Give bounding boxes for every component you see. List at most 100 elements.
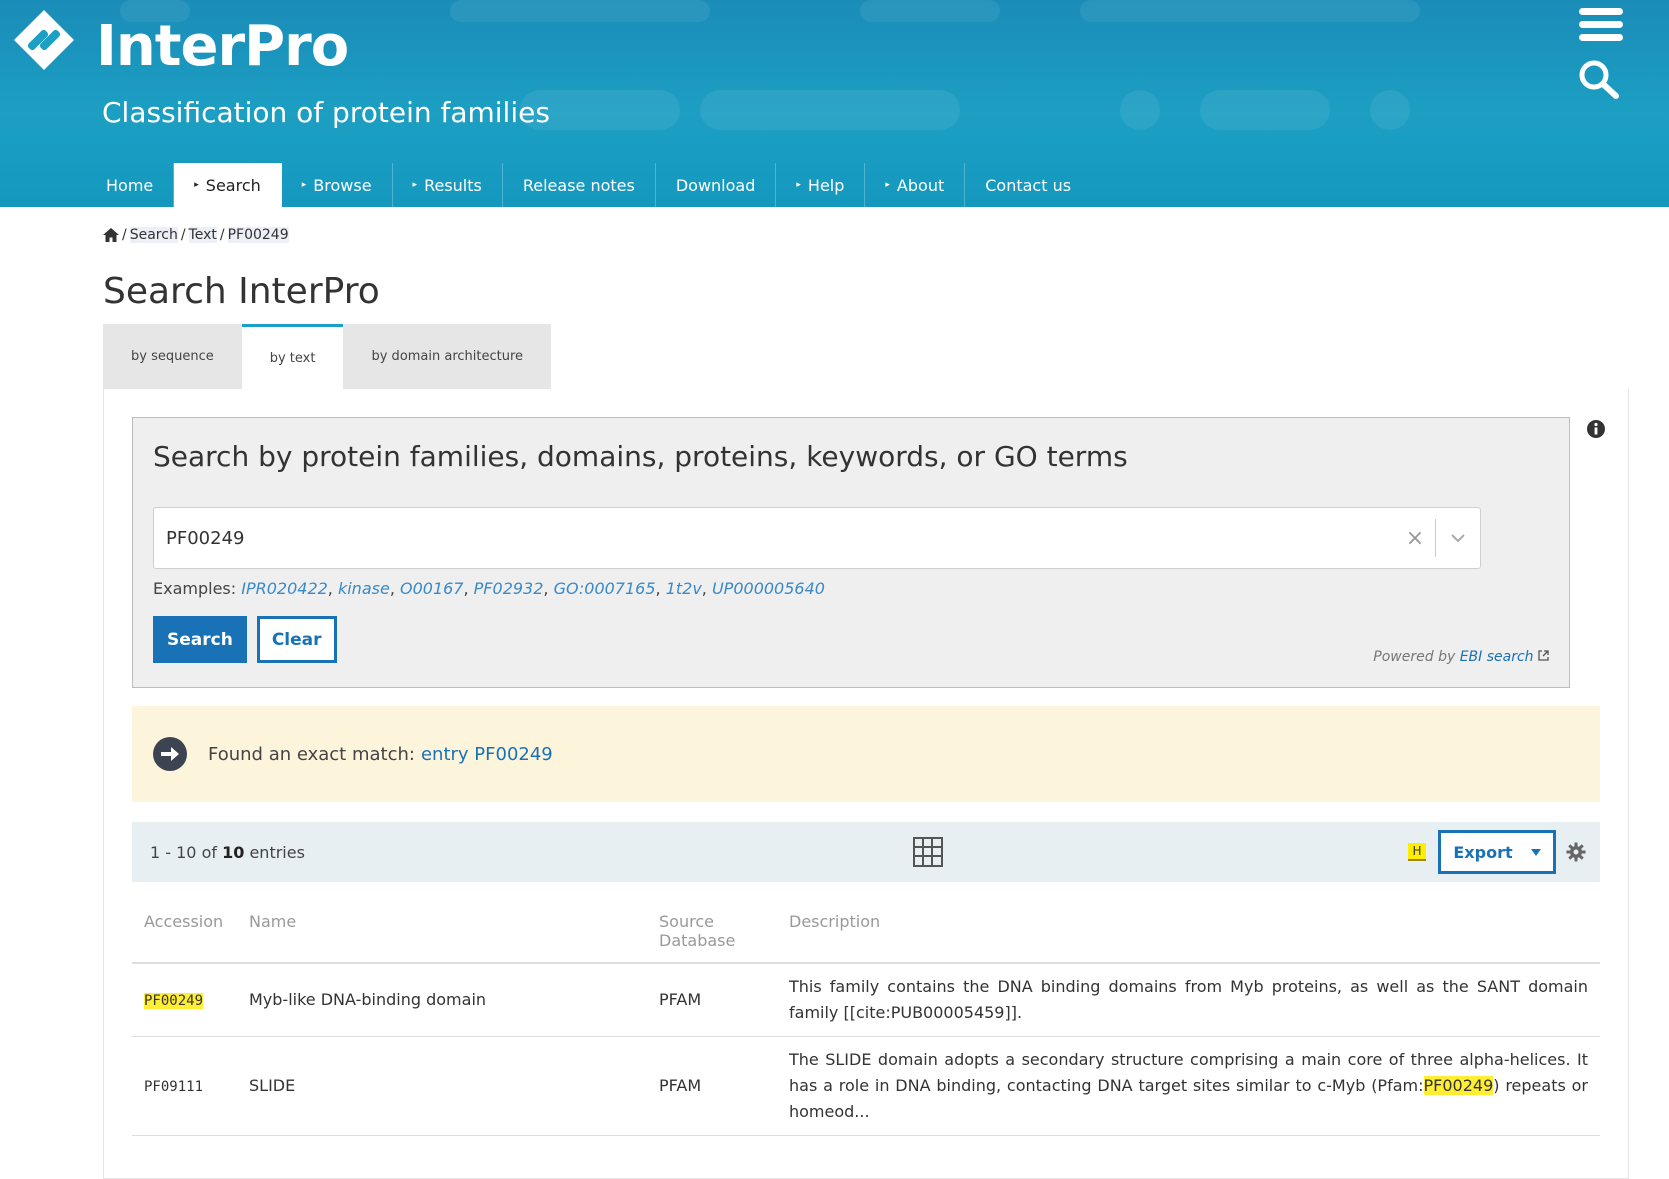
caret-down-icon (1530, 848, 1541, 856)
decor-blob (1200, 90, 1330, 130)
search-tabs: by sequence by text by domain architectu… (103, 324, 1669, 389)
accession-link[interactable]: PF09111 (144, 1079, 203, 1095)
example-link[interactable]: PF02932 (474, 579, 544, 598)
results-count: 1 - 10 of 10 entries (150, 843, 305, 862)
external-link-icon (1538, 650, 1549, 661)
interpro-logo-icon[interactable] (12, 8, 76, 72)
example-link[interactable]: 1t2v (666, 579, 702, 598)
breadcrumb: / Search / Text / PF00249 (103, 227, 1669, 243)
breadcrumb-search[interactable]: Search (129, 227, 178, 243)
clear-input-icon[interactable]: × (1395, 526, 1435, 551)
text-search-box: Search by protein families, domains, pro… (132, 417, 1570, 688)
powered-by: Powered by EBI search (1373, 649, 1549, 665)
nav-item-browse[interactable]: ▸ Browse (282, 163, 393, 207)
example-link[interactable]: O00167 (400, 579, 464, 598)
column-source-database[interactable]: Source Database (647, 896, 777, 964)
nav-item-results[interactable]: ▸ Results (393, 163, 503, 207)
export-button[interactable]: Export (1438, 830, 1556, 874)
masthead: InterPro Classification of protein famil… (0, 0, 1669, 207)
gear-icon[interactable] (1566, 842, 1586, 862)
caret-right-icon: ▸ (301, 180, 307, 190)
column-name[interactable]: Name (237, 896, 647, 964)
description-highlight: PF00249 (1423, 1076, 1494, 1095)
caret-right-icon: ▸ (194, 180, 199, 190)
site-subtitle: Classification of protein families (102, 96, 550, 129)
main-content: / Search / Text / PF00249 Search InterPr… (0, 227, 1669, 1179)
breadcrumb-text[interactable]: Text (188, 227, 217, 243)
menu-icon[interactable] (1579, 8, 1623, 46)
source-cell: PFAM (647, 963, 777, 1037)
nav-label: Release notes (522, 175, 635, 195)
example-link[interactable]: UP000005640 (712, 579, 825, 598)
ebi-search-link[interactable]: EBI search (1460, 649, 1534, 665)
tab-by-text[interactable]: by text (241, 324, 344, 389)
exact-match-link[interactable]: entry PF00249 (421, 744, 553, 765)
tab-by-domain-architecture[interactable]: by domain architecture (343, 324, 552, 389)
nav-label: Help (807, 175, 845, 195)
arrow-right-circle-icon (153, 737, 187, 771)
table-header-row: Accession Name Source Database Descripti… (132, 896, 1600, 964)
main-nav: Home ▸ Search ▸ Browse ▸ Results Release notes D… (86, 163, 1091, 207)
home-icon[interactable] (103, 228, 119, 242)
decor-blob (700, 90, 960, 130)
nav-item-about[interactable]: ▸ About (865, 163, 966, 207)
breadcrumb-current[interactable]: PF00249 (227, 227, 289, 243)
description-cell: This family contains the DNA binding dom… (777, 963, 1600, 1037)
breadcrumb-sep: / (122, 227, 127, 243)
powered-prefix: Powered by (1373, 649, 1456, 665)
entry-name-link[interactable]: Myb-like DNA-binding domain (249, 990, 486, 1009)
source-cell: PFAM (647, 1036, 777, 1136)
decor-blob (450, 0, 710, 22)
nav-item-contact-us[interactable]: Contact us (965, 163, 1091, 207)
nav-item-help[interactable]: ▸ Help (776, 163, 866, 207)
search-buttons: Search Clear (153, 616, 1549, 663)
chevron-down-icon[interactable] (1436, 533, 1480, 543)
search-icon[interactable] (1577, 58, 1621, 100)
search-heading: Search by protein families, domains, pro… (153, 440, 1128, 473)
description-text: This family contains the DNA binding dom… (789, 977, 1588, 1022)
nav-label: Download (675, 175, 756, 195)
exact-match-text: Found an exact match: (208, 743, 415, 765)
highlight-toggle[interactable]: H (1408, 843, 1426, 861)
nav-item-release-notes[interactable]: Release notes (503, 163, 656, 207)
description-cell: The SLIDE domain adopts a secondary stru… (777, 1036, 1600, 1136)
table-row: PF00249 Myb-like DNA-binding domain PFAM… (132, 963, 1600, 1037)
nav-label: Results (424, 175, 482, 195)
results-toolbar: 1 - 10 of 10 entries H Export (132, 822, 1600, 882)
exact-match-banner: Found an exact match: entry PF00249 (132, 706, 1600, 802)
example-link[interactable]: IPR020422 (241, 579, 328, 598)
results-table: Accession Name Source Database Descripti… (132, 896, 1600, 1136)
column-description[interactable]: Description (777, 896, 1600, 964)
info-icon[interactable] (1586, 419, 1606, 439)
nav-label: About (896, 175, 945, 195)
decor-blob (1080, 0, 1420, 22)
search-examples: Examples: IPR020422, kinase, O00167, PF0… (153, 579, 825, 598)
column-accession[interactable]: Accession (132, 896, 237, 964)
nav-item-download[interactable]: Download (656, 163, 777, 207)
caret-right-icon: ▸ (796, 180, 801, 190)
tab-by-sequence[interactable]: by sequence (103, 324, 242, 389)
name-cell: SLIDE (237, 1036, 647, 1136)
export-label: Export (1453, 842, 1513, 862)
decor-blob (1120, 90, 1160, 130)
accession-cell: PF00249 (132, 963, 237, 1037)
search-button[interactable]: Search (153, 616, 247, 663)
site-title[interactable]: InterPro (96, 14, 349, 79)
nav-item-search[interactable]: ▸ Search (174, 163, 282, 207)
results-total: 10 (222, 842, 245, 862)
table-view-icon[interactable] (912, 836, 944, 868)
entry-name-link[interactable]: SLIDE (249, 1076, 295, 1095)
accession-link[interactable]: PF00249 (144, 992, 204, 1009)
search-input-wrapper: × (153, 507, 1481, 569)
search-input[interactable] (154, 508, 1395, 568)
examples-label: Examples: (153, 579, 237, 598)
nav-item-home[interactable]: Home (86, 163, 175, 207)
clear-button[interactable]: Clear (256, 616, 337, 663)
example-link[interactable]: kinase (338, 579, 390, 598)
results-suffix: entries (249, 842, 305, 862)
caret-right-icon: ▸ (885, 180, 890, 190)
example-link[interactable]: GO:0007165 (554, 579, 656, 598)
decor-blob (860, 0, 1000, 22)
results-range: 1 - 10 of (150, 842, 217, 862)
name-cell: Myb-like DNA-binding domain (237, 963, 647, 1037)
